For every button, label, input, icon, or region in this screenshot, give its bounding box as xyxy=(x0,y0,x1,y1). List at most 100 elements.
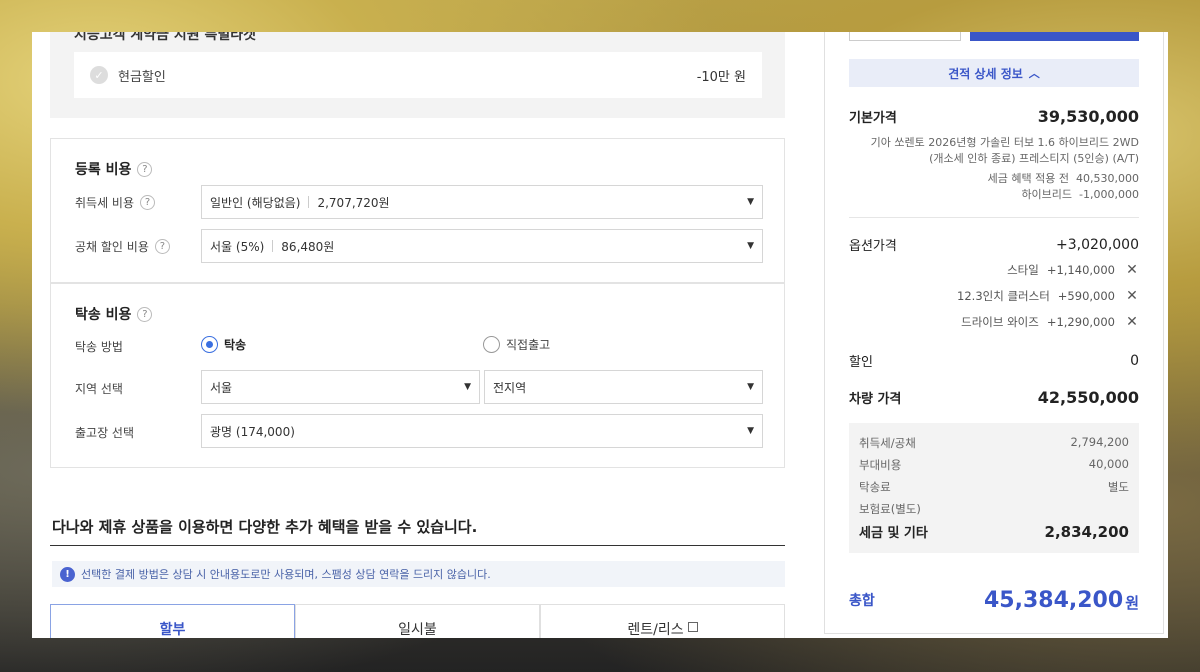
option-price: +1,140,000 xyxy=(1046,263,1115,277)
cut-section-title: 지능고객 계약금 지원 특별타겟 xyxy=(74,32,257,43)
bond-label-text: 공채 할인 비용 xyxy=(75,240,149,254)
help-icon[interactable]: ? xyxy=(137,161,153,177)
delivery-section: 탁송 비용 ? 탁송 방법 탁송 직접출고 지역 선택 서울 ▼ 전지역 ▼ 출… xyxy=(50,283,785,468)
delivery-method-label: 탁송 방법 xyxy=(75,340,123,354)
depot-label: 출고장 선택 xyxy=(75,426,135,440)
discount-value: 0 xyxy=(1130,352,1139,369)
discount-row: 할인 0 xyxy=(849,351,1139,371)
acq-tax-select-value: 일반인 (해당없음) xyxy=(210,195,301,210)
tax-line-label: 탁송료 xyxy=(859,480,891,494)
help-icon[interactable]: ? xyxy=(140,195,156,210)
depot-select-value: 광명 (174,000) xyxy=(210,424,295,439)
tax-line-value: 40,000 xyxy=(1088,457,1129,471)
pretax-value: 40,530,000 xyxy=(1076,172,1139,185)
hybrid-value: -1,000,000 xyxy=(1079,188,1139,201)
detail-toggle-label: 견적 상세 정보 xyxy=(948,66,1023,81)
tax-line: 부대비용 40,000 xyxy=(859,457,1129,473)
remove-icon[interactable]: ✕ xyxy=(1125,314,1139,330)
external-link-icon xyxy=(687,622,698,632)
remove-icon[interactable]: ✕ xyxy=(1125,262,1139,278)
promo-title: 다나와 제휴 상품을 이용하면 다양한 추가 혜택을 받을 수 있습니다. xyxy=(52,518,478,536)
radio-pickup[interactable]: 직접출고 xyxy=(483,336,550,353)
model-line-2: (개소세 인하 종료) 프레스티지 (5인승) (A/T) xyxy=(929,152,1139,165)
base-price-row: 기본가격 39,530,000 xyxy=(849,107,1139,126)
estimate-page: 지능고객 계약금 지원 특별타겟 ✓ 현금할인 -10만 원 등록 비용 ? 취… xyxy=(32,32,1168,638)
grand-total-value: 45,384,200 xyxy=(984,587,1124,613)
region-sub-select-value: 전지역 xyxy=(493,380,527,395)
vehicle-price-row: 차량 가격 42,550,000 xyxy=(849,388,1139,407)
base-price-value: 39,530,000 xyxy=(1037,107,1139,126)
option-name: 드라이브 와이즈 xyxy=(961,315,1039,329)
tax-breakdown: 취득세/공채 2,794,200 부대비용 40,000 탁송료 별도 보험료(… xyxy=(849,423,1139,553)
tab-lump-sum[interactable]: 일시불 xyxy=(295,604,540,638)
tab-label: 일시불 xyxy=(398,622,437,638)
option-name: 12.3인치 클러스터 xyxy=(957,289,1050,303)
tax-line-label: 보험료(별도) xyxy=(859,502,921,516)
caret-down-icon: ▼ xyxy=(747,197,754,207)
region-select-value: 서울 xyxy=(210,380,233,395)
tax-line: 탁송료 별도 xyxy=(859,479,1129,495)
estimate-detail-toggle[interactable]: 견적 상세 정보 ︿ xyxy=(849,59,1139,87)
option-price: +590,000 xyxy=(1057,289,1115,303)
grand-total-unit: 원 xyxy=(1125,594,1139,612)
tax-line: 보험료(별도) xyxy=(859,501,1129,517)
bond-label: 공채 할인 비용 ? xyxy=(75,238,170,255)
divider xyxy=(849,217,1139,218)
discount-label: 할인 xyxy=(849,355,873,370)
option-item: 12.3인치 클러스터 +590,000 ✕ xyxy=(957,288,1139,304)
option-price: +1,290,000 xyxy=(1046,315,1115,329)
tax-line-label: 부대비용 xyxy=(859,458,902,472)
region-label: 지역 선택 xyxy=(75,382,123,396)
region-sub-select[interactable]: 전지역 ▼ xyxy=(484,370,763,404)
delivery-title-text: 탁송 비용 xyxy=(75,307,132,323)
top-input-partial[interactable] xyxy=(849,32,961,41)
tax-total-value: 2,834,200 xyxy=(1044,522,1129,541)
payment-tabs: 할부 일시불 렌트/리스 xyxy=(50,604,785,638)
tax-line-label: 취득세/공채 xyxy=(859,436,916,450)
check-icon: ✓ xyxy=(90,66,108,84)
tab-installment[interactable]: 할부 xyxy=(50,604,295,638)
bond-select[interactable]: 서울 (5%) 86,480원 ▼ xyxy=(201,229,763,263)
region-select[interactable]: 서울 ▼ xyxy=(201,370,480,404)
vehicle-price-label: 차량 가격 xyxy=(849,392,902,407)
hybrid-row: 하이브리드 -1,000,000 xyxy=(871,187,1139,203)
top-button-partial[interactable] xyxy=(970,32,1139,41)
acq-tax-select[interactable]: 일반인 (해당없음) 2,707,720원 ▼ xyxy=(201,185,763,219)
cash-discount-card: 지능고객 계약금 지원 특별타겟 ✓ 현금할인 -10만 원 xyxy=(50,32,785,118)
grand-total-label: 총합 xyxy=(849,593,875,609)
cash-discount-value: -10만 원 xyxy=(696,69,746,85)
registration-section: 등록 비용 ? 취득세 비용 ? 일반인 (해당없음) 2,707,720원 ▼… xyxy=(50,138,785,283)
tax-total-row: 세금 및 기타 2,834,200 xyxy=(859,522,1129,542)
pretax-row: 세금 혜택 적용 전 40,530,000 xyxy=(871,171,1139,187)
caret-down-icon: ▼ xyxy=(747,241,754,251)
help-icon[interactable]: ? xyxy=(154,239,170,254)
option-price-row: 옵션가격 +3,020,000 xyxy=(849,235,1139,255)
tax-total-label: 세금 및 기타 xyxy=(859,526,928,541)
option-price-value: +3,020,000 xyxy=(1056,236,1139,253)
option-item: 스타일 +1,140,000 ✕ xyxy=(1007,262,1139,278)
depot-select[interactable]: 광명 (174,000) ▼ xyxy=(201,414,763,448)
bond-select-value: 서울 (5%) xyxy=(210,239,265,254)
grand-total-row: 총합 45,384,200 원 xyxy=(849,587,1139,613)
base-price-label: 기본가격 xyxy=(849,111,897,126)
tax-line: 취득세/공채 2,794,200 xyxy=(859,435,1129,451)
model-line-1: 기아 쏘렌토 2026년형 가솔린 터보 1.6 하이브리드 2WD xyxy=(870,136,1139,149)
radio-delivery[interactable]: 탁송 xyxy=(201,336,246,353)
hybrid-label: 하이브리드 xyxy=(1021,188,1073,201)
estimate-summary-panel: 견적 상세 정보 ︿ 기본가격 39,530,000 기아 쏘렌토 2026년형… xyxy=(824,32,1164,634)
divider xyxy=(308,196,310,208)
tab-rent-lease[interactable]: 렌트/리스 xyxy=(540,604,785,638)
tax-line-value: 2,794,200 xyxy=(1070,435,1129,449)
radio-dot xyxy=(201,336,218,353)
tax-line-value: 별도 xyxy=(1107,480,1129,494)
left-column: 지능고객 계약금 지원 특별타겟 ✓ 현금할인 -10만 원 등록 비용 ? 취… xyxy=(32,32,824,638)
registration-title-text: 등록 비용 xyxy=(75,162,132,178)
delivery-title: 탁송 비용 ? xyxy=(75,304,153,324)
radio-dot xyxy=(483,336,500,353)
pretax-label: 세금 혜택 적용 전 xyxy=(987,172,1070,185)
caret-down-icon: ▼ xyxy=(747,382,754,392)
remove-icon[interactable]: ✕ xyxy=(1125,288,1139,304)
help-icon[interactable]: ? xyxy=(137,306,153,322)
radio-delivery-label: 탁송 xyxy=(224,338,247,352)
info-icon: ! xyxy=(60,566,75,582)
